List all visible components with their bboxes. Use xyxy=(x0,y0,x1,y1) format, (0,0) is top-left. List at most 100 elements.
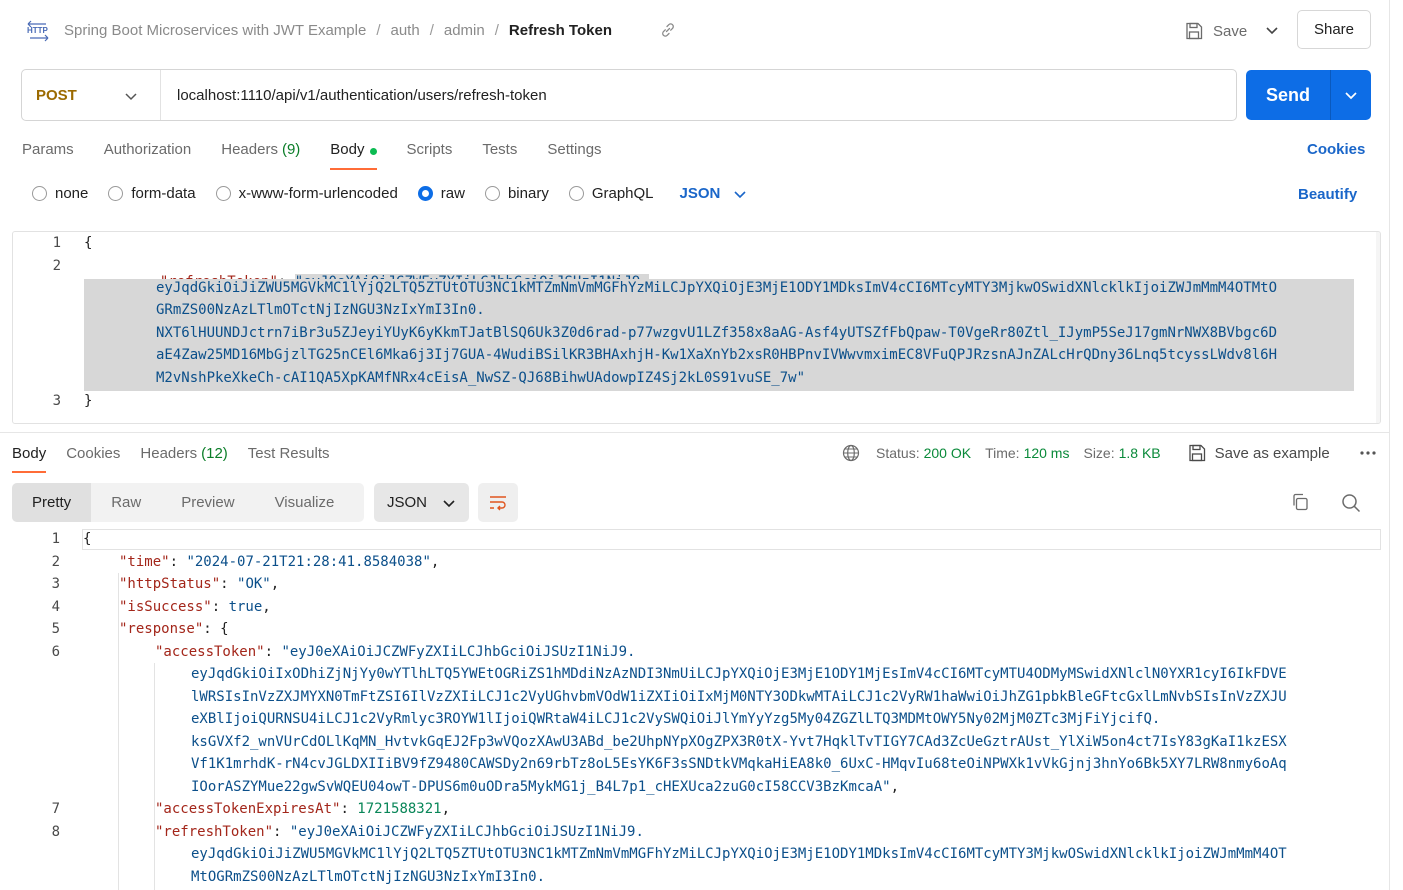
code-line: NXT6lHUUNDJctrn7iBr3u5ZJeyiYUyK6yKkmTJat… xyxy=(156,325,1278,341)
url-bar: POST xyxy=(21,69,1237,121)
view-raw[interactable]: Raw xyxy=(91,483,161,522)
tab-test-results[interactable]: Test Results xyxy=(248,442,330,474)
view-visualize[interactable]: Visualize xyxy=(255,483,355,522)
tab-headers[interactable]: Headers (9) xyxy=(221,138,300,172)
scrollbar-thumb[interactable] xyxy=(1380,254,1381,390)
request-body-editor[interactable]: 1 2 3 { ···"refreshToken": "eyJ0eXAiOiJC… xyxy=(12,231,1381,424)
response-headers-count: (12) xyxy=(201,445,228,462)
breadcrumb-separator: / xyxy=(429,22,434,39)
share-button[interactable]: Share xyxy=(1297,10,1371,49)
radio-binary[interactable]: binary xyxy=(484,185,549,202)
line-number: 4 xyxy=(51,599,60,615)
line-number: 5 xyxy=(51,621,60,637)
response-format-select[interactable]: JSON xyxy=(374,483,469,522)
code-line: "isSuccess": true, xyxy=(119,599,271,615)
globe-icon[interactable] xyxy=(842,444,860,462)
radio-circle xyxy=(568,186,584,201)
radio-circle xyxy=(108,186,124,201)
line-number: 8 xyxy=(51,824,60,840)
radio-circle xyxy=(484,186,500,201)
breadcrumb-folder-auth[interactable]: auth xyxy=(391,22,420,39)
chevron-down-icon xyxy=(734,190,746,198)
line-number: 6 xyxy=(51,644,60,660)
panel-divider[interactable] xyxy=(0,432,1390,433)
tab-params[interactable]: Params xyxy=(22,138,74,172)
cookies-link[interactable]: Cookies xyxy=(1307,141,1365,158)
breadcrumb-collection[interactable]: Spring Boot Microservices with JWT Examp… xyxy=(64,22,366,39)
tab-settings[interactable]: Settings xyxy=(547,138,601,172)
method-select[interactable]: POST xyxy=(22,70,161,120)
tab-scripts[interactable]: Scripts xyxy=(407,138,453,172)
body-modified-indicator xyxy=(369,148,377,155)
beautify-button[interactable]: Beautify xyxy=(1298,186,1357,203)
code-line: "refreshToken": "eyJ0eXAiOiJCZWFyZXIiLCJ… xyxy=(155,824,644,840)
response-tabs: Body Cookies Headers (12) Test Results xyxy=(12,442,350,474)
tab-response-cookies[interactable]: Cookies xyxy=(66,442,120,474)
response-body-viewer[interactable]: 1 2 3 4 5 6 7 8 { "time": "2024-07-21T21… xyxy=(12,528,1381,890)
save-button[interactable]: Save xyxy=(1184,18,1247,44)
radio-circle xyxy=(417,186,433,201)
radio-graphql[interactable]: GraphQL xyxy=(568,185,654,202)
send-options-button[interactable] xyxy=(1331,70,1371,120)
breadcrumb: Spring Boot Microservices with JWT Examp… xyxy=(64,22,612,39)
code-line: "accessToken": "eyJ0eXAiOiJCZWFyZXIiLCJh… xyxy=(155,644,636,660)
code-line: eyJqdGkiOiIxODhiZjNjYy0wYTlhLTQ5YWEtOGRi… xyxy=(191,666,1287,682)
indent-guide xyxy=(154,663,155,890)
http-request-icon: HTTP xyxy=(27,20,49,42)
save-as-example-button[interactable]: Save as example xyxy=(1187,443,1330,463)
code-line: Vf1K1mrhdK-rN4cvJGLDXIIiBV9fZ9480CAWSDy2… xyxy=(191,756,1287,772)
line-number: 2 xyxy=(52,258,61,274)
tab-authorization[interactable]: Authorization xyxy=(104,138,192,172)
radio-none[interactable]: none xyxy=(32,185,88,202)
code-line: "response": { xyxy=(119,621,229,637)
size-label: Size: xyxy=(1083,445,1115,461)
wrap-lines-icon xyxy=(490,495,506,510)
wrap-lines-button[interactable] xyxy=(478,483,518,522)
send-button[interactable]: Send xyxy=(1246,70,1371,120)
postman-window: HTTP Spring Boot Microservices with JWT … xyxy=(0,0,1390,890)
line-number: 1 xyxy=(52,235,61,251)
more-options-icon[interactable] xyxy=(1358,447,1378,459)
code-line: ksGVXf2_wnVUrCdOLlKqMN_HvtvkGqEJ2Fp3wVQo… xyxy=(191,734,1287,750)
send-label: Send xyxy=(1246,70,1331,120)
method-label: POST xyxy=(36,86,77,104)
radio-urlencoded[interactable]: x-www-form-urlencoded xyxy=(215,185,398,202)
save-icon xyxy=(1186,22,1203,40)
view-pretty[interactable]: Pretty xyxy=(12,483,92,522)
raw-format-select[interactable]: JSON xyxy=(680,185,749,202)
breadcrumb-folder-admin[interactable]: admin xyxy=(444,22,485,39)
code-line: "time": "2024-07-21T21:28:41.8584038", xyxy=(119,554,440,570)
url-input[interactable] xyxy=(161,70,1236,120)
code-line: M2vNshPkeXkeCh-cAI1QA5XpKAMfNRx4cEisA_Nw… xyxy=(156,370,806,386)
tab-response-body[interactable]: Body xyxy=(12,442,47,474)
radio-circle xyxy=(215,186,231,201)
save-icon xyxy=(1188,444,1205,462)
active-line-highlight xyxy=(82,529,1381,550)
response-meta: Status: 200 OK Time: 120 ms Size: 1.8 KB Sa… xyxy=(842,443,1330,463)
view-preview[interactable]: Preview xyxy=(161,483,254,522)
svg-text:HTTP: HTTP xyxy=(27,26,49,35)
time-value[interactable]: 120 ms xyxy=(1024,445,1070,461)
tab-response-headers[interactable]: Headers (12) xyxy=(140,442,227,474)
radio-form-data[interactable]: form-data xyxy=(108,185,196,202)
chevron-down-icon xyxy=(1345,92,1357,100)
editor-scrollbar[interactable] xyxy=(1376,232,1381,423)
code-line: MtOGRmZS00NzAzLTlmOTctNjIzNGU3NzIxYmI3In… xyxy=(191,869,546,885)
status-value[interactable]: 200 OK xyxy=(924,445,971,461)
request-title[interactable]: Refresh Token xyxy=(509,22,612,39)
code-line: eXBlIjoiQURNSU4iLCJ1c2VyRmlyc3ROYW1lIjoi… xyxy=(191,711,1161,727)
size-value[interactable]: 1.8 KB xyxy=(1119,445,1161,461)
tab-body[interactable]: Body xyxy=(330,138,377,172)
link-icon[interactable] xyxy=(660,22,676,38)
tab-tests[interactable]: Tests xyxy=(482,138,517,172)
status-label: Status: xyxy=(876,445,920,461)
radio-raw[interactable]: raw xyxy=(417,185,465,202)
response-view-modes: Pretty Raw Preview Visualize xyxy=(12,483,364,522)
code-line: { xyxy=(83,531,92,547)
code-line: eyJqdGkiOiJiZWU5MGVkMC1lYjQ2LTQ5ZTUtOTU3… xyxy=(156,280,1278,296)
search-icon[interactable] xyxy=(1340,492,1362,514)
breadcrumb-separator: / xyxy=(494,22,499,39)
copy-icon[interactable] xyxy=(1290,492,1310,512)
code-line: lWRSIsInVzZXJMYXN0TmFtZSI6IlVzZXIiLCJ1c2… xyxy=(191,689,1287,705)
chevron-down-icon[interactable] xyxy=(1262,20,1282,40)
